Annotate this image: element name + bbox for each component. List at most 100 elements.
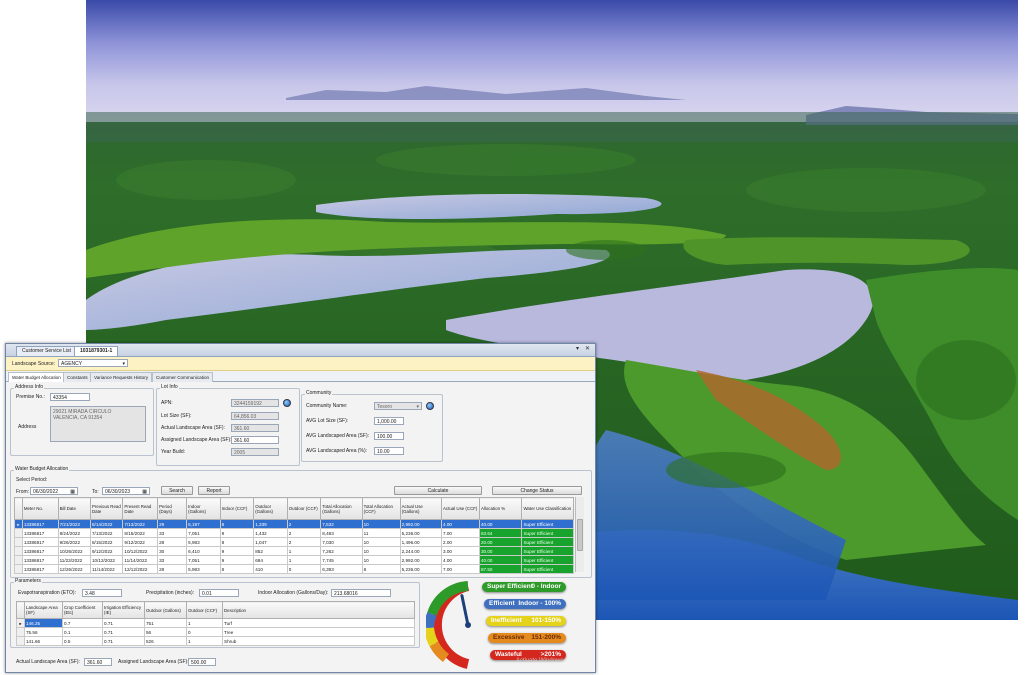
table-cell[interactable]: 8/24/2022 bbox=[57, 528, 92, 538]
table-cell[interactable]: 8 bbox=[219, 537, 255, 547]
col-meter-no[interactable]: Meter No. bbox=[21, 497, 59, 520]
table-cell[interactable]: 30 bbox=[157, 546, 188, 556]
table-cell[interactable]: Turf bbox=[222, 618, 415, 628]
table-cell[interactable]: 1 bbox=[186, 618, 223, 628]
table-cell[interactable]: 63.64 bbox=[478, 528, 523, 538]
table-cell[interactable]: 87.50 bbox=[478, 564, 523, 574]
table-cell[interactable]: 10 bbox=[361, 546, 401, 556]
grid-scrollbar-thumb[interactable] bbox=[577, 519, 583, 551]
table-cell[interactable]: 8/15/2022 bbox=[89, 537, 124, 547]
table-cell[interactable]: 13386817 bbox=[21, 519, 59, 529]
table-cell[interactable]: 56 bbox=[144, 627, 187, 637]
table-cell[interactable]: 10 bbox=[361, 519, 401, 529]
table-cell[interactable]: 2 bbox=[286, 528, 322, 538]
table-cell[interactable]: 7,262 bbox=[320, 546, 363, 556]
col-outdoor-ccf[interactable]: Outdoor (CCF) bbox=[286, 497, 322, 520]
lookup-globe-icon[interactable] bbox=[283, 399, 291, 407]
table-row[interactable]: 141.66 0.5 0.71 526 1 Shrub bbox=[16, 636, 415, 646]
table-cell[interactable]: 7.00 bbox=[440, 564, 480, 574]
grid-scrollbar[interactable] bbox=[575, 497, 584, 572]
table-cell[interactable]: 75.56 bbox=[24, 627, 63, 637]
col-indoor-ccf[interactable]: Indoor (CCF) bbox=[219, 497, 255, 520]
from-date-picker[interactable]: 06/30/2022 ▦ bbox=[30, 487, 78, 495]
tab-constants[interactable]: Constants bbox=[63, 372, 92, 382]
lot-size-input[interactable]: 64,856.03 bbox=[231, 412, 279, 420]
table-cell[interactable]: 0.5 bbox=[62, 636, 103, 646]
table-row[interactable]: 13386817 9/26/2022 8/15/2022 9/12/2022 28 5,9… bbox=[14, 537, 574, 547]
table-row[interactable]: 13386817 12/26/2022 11/14/2022 12/12/2022 28… bbox=[14, 564, 574, 574]
table-cell[interactable]: 13386817 bbox=[21, 528, 59, 538]
row-indicator[interactable] bbox=[16, 636, 25, 646]
table-cell[interactable]: 13386817 bbox=[21, 546, 59, 556]
avg-landscaped-area-input[interactable]: 100.00 bbox=[374, 432, 404, 440]
eto-input[interactable]: 3.48 bbox=[82, 589, 122, 597]
table-cell[interactable]: Super Efficient bbox=[521, 519, 574, 529]
table-cell[interactable]: 10/26/2022 bbox=[57, 546, 92, 556]
precipitation-input[interactable]: 0.01 bbox=[199, 589, 239, 597]
actual-area-input[interactable]: 361.60 bbox=[231, 424, 279, 432]
table-cell[interactable]: 10 bbox=[361, 537, 401, 547]
table-cell[interactable]: 9/12/2022 bbox=[122, 537, 159, 547]
row-indicator[interactable] bbox=[14, 537, 23, 547]
table-cell[interactable]: 10 bbox=[361, 555, 401, 565]
table-cell[interactable]: 33 bbox=[157, 555, 188, 565]
table-cell[interactable]: 12/12/2022 bbox=[122, 564, 159, 574]
table-cell[interactable]: 13386817 bbox=[21, 537, 59, 547]
table-cell[interactable]: 1,432 bbox=[253, 528, 288, 538]
table-row[interactable]: 13386817 11/23/2022 10/12/2022 11/14/2022 33… bbox=[14, 555, 574, 565]
tab-customer-record[interactable]: 1031879301-1 bbox=[74, 346, 119, 356]
table-cell[interactable]: 10/12/2022 bbox=[89, 555, 124, 565]
premise-input[interactable]: 43354 bbox=[50, 393, 90, 401]
table-cell[interactable]: 2,244.00 bbox=[399, 546, 442, 556]
table-cell[interactable]: 8/15/2022 bbox=[122, 528, 159, 538]
assigned-landscape-area-input[interactable]: 500.00 bbox=[188, 658, 216, 666]
col-bill-date[interactable]: Bill Date bbox=[57, 497, 92, 520]
col-actual-use-gallons[interactable]: Actual Use (Gallons) bbox=[399, 497, 442, 520]
table-cell[interactable]: 0.71 bbox=[102, 627, 145, 637]
calculate-button[interactable]: Calculate bbox=[394, 486, 482, 495]
table-cell[interactable]: Super Efficient bbox=[521, 555, 574, 565]
row-indicator[interactable] bbox=[14, 555, 23, 565]
table-cell[interactable]: 5,236.00 bbox=[399, 528, 442, 538]
close-icon[interactable]: ✕ bbox=[584, 346, 591, 353]
tab-variance-requests-history[interactable]: Variance Requests History bbox=[90, 372, 153, 382]
table-cell[interactable]: 6,197 bbox=[186, 519, 221, 529]
table-cell[interactable]: 9 bbox=[219, 555, 255, 565]
col-crop-coefficient[interactable]: Crop Coefficient (Etc) bbox=[62, 601, 103, 619]
col-description[interactable]: Description bbox=[222, 601, 415, 619]
table-cell[interactable]: 410 bbox=[253, 564, 288, 574]
table-cell[interactable]: 6,393 bbox=[320, 564, 363, 574]
table-row[interactable]: 13386817 8/24/2022 7/13/2022 8/15/2022 33 7,0… bbox=[14, 528, 574, 538]
table-cell[interactable]: 7,051 bbox=[186, 555, 221, 565]
row-indicator[interactable] bbox=[14, 546, 23, 556]
table-cell[interactable]: Tree bbox=[222, 627, 415, 637]
table-cell[interactable]: 7/21/2022 bbox=[57, 519, 92, 529]
table-cell[interactable]: 4.00 bbox=[440, 519, 480, 529]
table-cell[interactable]: 526 bbox=[144, 636, 187, 646]
report-button[interactable]: Report bbox=[198, 486, 230, 495]
table-row[interactable]: ▸ 146.25 0.7 0.71 751 1 Turf bbox=[16, 618, 415, 628]
col-landscape-area[interactable]: Landscape Area (SF) bbox=[24, 601, 63, 619]
table-cell[interactable]: 9/26/2022 bbox=[57, 537, 92, 547]
year-built-input[interactable]: 2005 bbox=[231, 448, 279, 456]
table-cell[interactable]: 1,047 bbox=[253, 537, 288, 547]
table-cell[interactable]: 11 bbox=[361, 528, 401, 538]
table-cell[interactable]: Super Efficient bbox=[521, 528, 574, 538]
row-indicator[interactable]: ▸ bbox=[16, 618, 25, 628]
col-previous-read-date[interactable]: Previous Read Date bbox=[89, 497, 124, 520]
table-cell[interactable]: 0 bbox=[186, 627, 223, 637]
col-allocation-pct[interactable]: Allocation % bbox=[478, 497, 523, 520]
table-cell[interactable]: 7,051 bbox=[186, 528, 221, 538]
col-actual-use-ccf[interactable]: Actual Use (CCF) bbox=[440, 497, 480, 520]
table-cell[interactable]: 13386817 bbox=[21, 564, 59, 574]
table-cell[interactable]: 11/23/2022 bbox=[57, 555, 92, 565]
table-cell[interactable]: 852 bbox=[253, 546, 288, 556]
table-row[interactable]: 75.56 0.1 0.71 56 0 Tree bbox=[16, 627, 415, 637]
address-textarea[interactable]: 29021 MIRADA CIRCULO VALENCIA, CA 91354 bbox=[50, 406, 146, 442]
col-total-allocation-gallons[interactable]: Total Allocation (Gallons) bbox=[320, 497, 363, 520]
table-cell[interactable]: 751 bbox=[144, 618, 187, 628]
chevron-down-icon[interactable]: ▾ bbox=[574, 346, 581, 353]
table-cell[interactable]: 7,532 bbox=[320, 519, 363, 529]
table-cell[interactable]: 2,992.00 bbox=[399, 519, 442, 529]
row-indicator[interactable]: ▸ bbox=[14, 519, 23, 529]
